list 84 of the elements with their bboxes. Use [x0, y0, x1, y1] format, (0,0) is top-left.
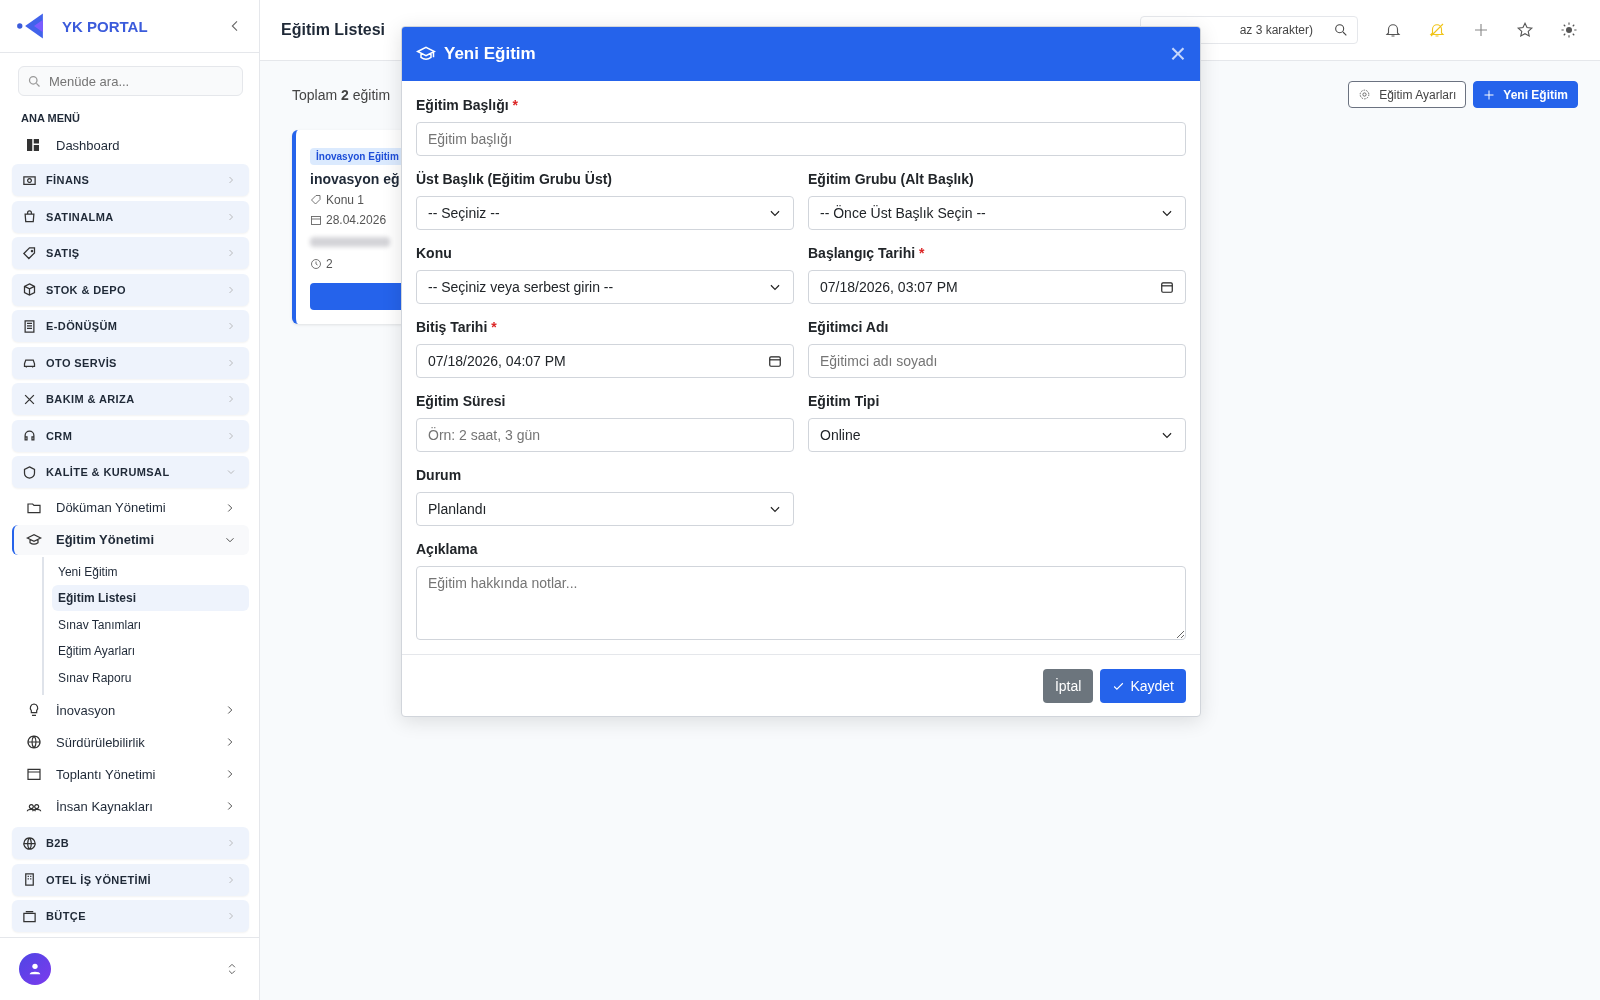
- menu-group[interactable]: FİNANS: [12, 164, 249, 197]
- group-icon: [22, 282, 37, 298]
- input-field[interactable]: Eğitimci adı soyadı: [808, 344, 1186, 378]
- plus-icon: [1483, 88, 1496, 101]
- select-field[interactable]: -- Seçiniz veya serbest girin --: [416, 270, 794, 304]
- field-label: Durum: [416, 467, 463, 483]
- count-text: 2: [326, 257, 333, 271]
- menu-icon: [26, 531, 42, 548]
- field-label: Başlangıç Tarihi *: [808, 245, 926, 261]
- submenu-item[interactable]: Döküman Yönetimi: [12, 492, 249, 523]
- menu-group[interactable]: B2B: [12, 827, 249, 860]
- submenu-item[interactable]: Eğitim Yönetimi: [12, 524, 249, 555]
- group-icon: [22, 318, 37, 334]
- total-count-text: Toplam 2 eğitim: [292, 86, 391, 103]
- date-time-field[interactable]: 07/18/2026, 04:07 PM: [416, 344, 794, 378]
- group-icon: [22, 428, 37, 444]
- menu-search-field[interactable]: Menüde ara...: [18, 66, 243, 97]
- field-label: Eğitimci Adı: [808, 319, 890, 335]
- section-title: ANA MENÜ: [21, 112, 81, 125]
- input-field[interactable]: Örn: 2 saat, 3 gün: [416, 418, 794, 452]
- menu-group[interactable]: SATIŞ: [12, 237, 249, 270]
- submenu-item[interactable]: İnsan Kaynakları: [12, 791, 249, 822]
- bell-icon[interactable]: [1384, 21, 1402, 39]
- menu-item[interactable]: Dashboard: [12, 130, 249, 165]
- clock-icon: [310, 258, 322, 270]
- group-icon: [22, 464, 37, 480]
- submenu-item[interactable]: İnovasyon: [12, 695, 249, 726]
- menu-group[interactable]: OTO SERVİS: [12, 346, 249, 379]
- search-icon: [1333, 22, 1349, 38]
- field-label: Konu: [416, 245, 453, 261]
- field-label: Eğitim Grubu (Alt Başlık): [808, 171, 975, 187]
- submenu-item[interactable]: Sürdürülebilirlik: [12, 727, 249, 758]
- modal-title: Yeni Eğitim: [444, 44, 537, 64]
- gear-icon: [1358, 88, 1372, 101]
- group-icon: [22, 835, 37, 851]
- calendar-icon: [768, 354, 782, 368]
- brand-name: YK PORTAL: [62, 17, 149, 35]
- submenu-link[interactable]: Eğitim Listesi: [52, 585, 249, 612]
- group-icon: [22, 908, 37, 924]
- menu-group[interactable]: CRM: [12, 419, 249, 452]
- menu-group[interactable]: BAKIM & ARIZA: [12, 383, 249, 416]
- menu-group[interactable]: OTEL İŞ YÖNETİMİ: [12, 863, 249, 896]
- settings-button[interactable]: Eğitim Ayarları: [1348, 81, 1467, 108]
- group-icon: [22, 245, 37, 261]
- menu-group[interactable]: SATINALMA: [12, 200, 249, 233]
- user-avatar[interactable]: [19, 952, 51, 985]
- select-field[interactable]: Online: [808, 418, 1186, 452]
- menu-group[interactable]: KALİTE & KURUMSAL: [12, 456, 249, 489]
- field-label: Eğitim Süresi: [416, 393, 507, 409]
- field-label: Üst Başlık (Eğitim Grubu Üst): [416, 171, 614, 187]
- page-title: Eğitim Listesi: [281, 21, 386, 39]
- select-field[interactable]: -- Önce Üst Başlık Seçin --: [808, 196, 1186, 230]
- cancel-button[interactable]: İptal: [1042, 669, 1094, 703]
- menu-icon: [26, 766, 42, 783]
- calendar-icon: [310, 214, 322, 226]
- calendar-icon: [1160, 280, 1174, 294]
- select-field[interactable]: -- Seçiniz --: [416, 196, 794, 230]
- field-label: Açıklama: [416, 541, 479, 557]
- star-icon[interactable]: [1516, 21, 1534, 39]
- field-label: Eğitim Tipi: [808, 393, 881, 409]
- menu-group[interactable]: E-DÖNÜŞÜM: [12, 310, 249, 343]
- menu-group[interactable]: STOK & DEPO: [12, 273, 249, 306]
- submenu-link[interactable]: Eğitim Ayarları: [52, 638, 249, 665]
- submenu-item[interactable]: Toplantı Yönetimi: [12, 759, 249, 790]
- tag-icon: [310, 194, 322, 206]
- date-time-field[interactable]: 07/18/2026, 03:07 PM: [808, 270, 1186, 304]
- sun-icon[interactable]: [1560, 21, 1578, 39]
- new-button[interactable]: Yeni Eğitim: [1473, 81, 1578, 108]
- field-label: Bitiş Tarihi *: [416, 319, 498, 335]
- group-icon: [22, 209, 37, 225]
- date-text: 28.04.2026: [326, 213, 387, 227]
- select-field[interactable]: Planlandı: [416, 492, 794, 526]
- notes-textarea[interactable]: Eğitim hakkında notlar...: [416, 566, 1186, 640]
- group-icon: [22, 872, 37, 888]
- submenu-link[interactable]: Sınav Raporu: [52, 664, 249, 691]
- submenu-link[interactable]: Sınav Tanımları: [52, 611, 249, 638]
- title-input-field[interactable]: Eğitim başlığı: [416, 122, 1186, 156]
- menu-group[interactable]: BÜTÇE: [12, 900, 249, 933]
- card-title: inovasyon eğ: [310, 171, 400, 187]
- topic-text: Konu 1: [326, 193, 365, 207]
- menu-icon: [26, 734, 42, 751]
- save-button[interactable]: Kaydet: [1100, 669, 1186, 703]
- field-label: Eğitim Başlığı *: [416, 97, 519, 113]
- submenu-link[interactable]: Yeni Eğitim: [52, 558, 249, 585]
